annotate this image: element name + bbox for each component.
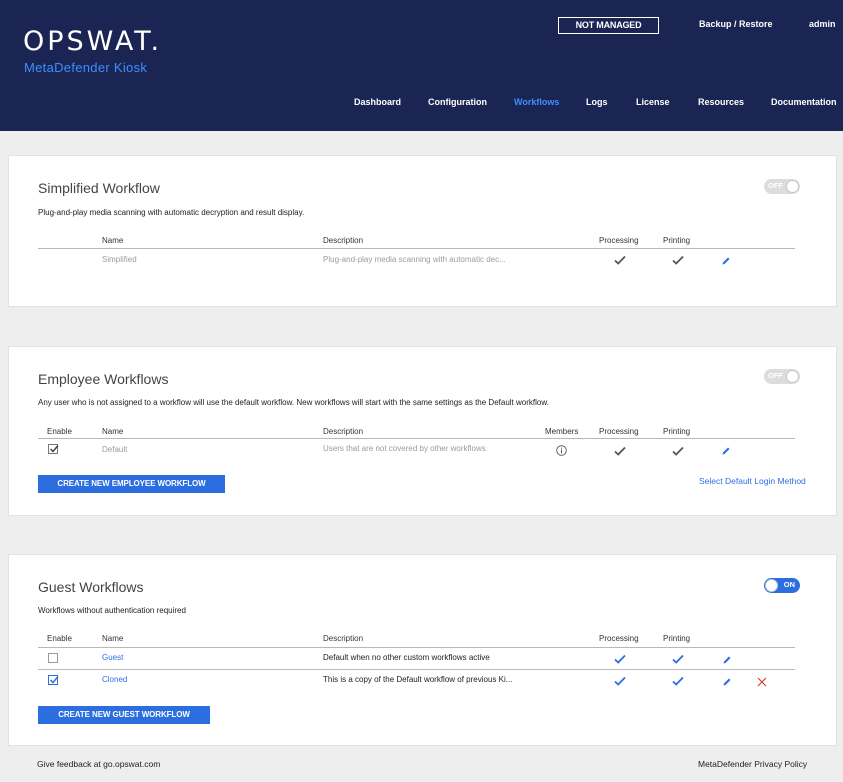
table-divider <box>38 438 795 439</box>
check-icon <box>614 446 626 456</box>
select-default-login-method-link[interactable]: Select Default Login Method <box>699 476 806 486</box>
column-header-processing: Processing <box>599 427 639 436</box>
column-header-printing: Printing <box>663 236 691 245</box>
toggle-knob <box>786 370 799 383</box>
check-icon <box>672 446 684 456</box>
column-header-enable: Enable <box>47 427 72 436</box>
feedback-link[interactable]: Give feedback at go.opswat.com <box>37 759 160 769</box>
nav-documentation[interactable]: Documentation <box>771 97 837 107</box>
workflow-description: Default when no other custom workflows a… <box>323 653 490 662</box>
check-icon <box>672 255 684 265</box>
pencil-icon[interactable] <box>722 674 732 686</box>
nav-configuration[interactable]: Configuration <box>428 97 487 107</box>
management-status-badge: NOT MANAGED <box>558 17 659 34</box>
workflow-description: Plug-and-play media scanning with automa… <box>323 255 506 264</box>
panel-description: Workflows without authentication require… <box>38 606 186 615</box>
nav-logs[interactable]: Logs <box>586 97 608 107</box>
toggle-label: ON <box>783 580 795 589</box>
column-header-description: Description <box>323 634 364 643</box>
column-header-processing: Processing <box>599 236 639 245</box>
column-header-members: Members <box>545 427 579 436</box>
pencil-icon[interactable] <box>722 652 732 664</box>
pencil-icon[interactable] <box>721 443 731 455</box>
panel-title: Simplified Workflow <box>38 180 160 196</box>
app-header: OPSWAT. MetaDefender Kiosk NOT MANAGED B… <box>0 0 843 131</box>
panel-title: Employee Workflows <box>38 371 169 387</box>
guest-workflows-panel: Guest Workflows ON Workflows without aut… <box>8 554 837 746</box>
workflow-description: This is a copy of the Default workflow o… <box>323 675 513 684</box>
panel-description: Any user who is not assigned to a workfl… <box>38 398 549 407</box>
nav-license[interactable]: License <box>636 97 670 107</box>
close-icon[interactable] <box>757 674 767 687</box>
simplified-workflow-panel: Simplified Workflow OFF Plug-and-play me… <box>8 155 837 307</box>
workflow-name: Simplified <box>102 255 137 264</box>
check-icon <box>614 676 626 686</box>
workflow-name-link[interactable]: Cloned <box>102 675 127 684</box>
table-divider <box>38 647 795 648</box>
column-header-printing: Printing <box>663 427 691 436</box>
workflow-name: Default <box>102 445 128 454</box>
column-header-name: Name <box>102 427 124 436</box>
employee-workflows-toggle[interactable]: OFF <box>764 369 800 384</box>
privacy-policy-link[interactable]: MetaDefender Privacy Policy <box>698 759 807 769</box>
panel-description: Plug-and-play media scanning with automa… <box>38 208 305 217</box>
toggle-label: OFF <box>768 371 783 380</box>
column-header-description: Description <box>323 236 364 245</box>
check-icon <box>672 654 684 664</box>
workflow-name-link[interactable]: Guest <box>102 653 123 662</box>
column-header-processing: Processing <box>599 634 639 643</box>
toggle-label: OFF <box>768 181 783 190</box>
guest-workflows-toggle[interactable]: ON <box>764 578 800 593</box>
product-name: MetaDefender Kiosk <box>24 60 148 75</box>
opswat-logo[interactable]: OPSWAT. <box>23 26 162 57</box>
pencil-icon[interactable] <box>721 253 731 265</box>
check-icon <box>672 676 684 686</box>
create-guest-workflow-button[interactable]: CREATE NEW GUEST WORKFLOW <box>38 706 210 724</box>
create-employee-workflow-button[interactable]: CREATE NEW EMPLOYEE WORKFLOW <box>38 475 225 493</box>
table-divider <box>38 248 795 249</box>
info-icon[interactable] <box>556 443 567 456</box>
nav-dashboard[interactable]: Dashboard <box>354 97 401 107</box>
panel-title: Guest Workflows <box>38 579 144 595</box>
employee-workflows-panel: Employee Workflows OFF Any user who is n… <box>8 346 837 516</box>
table-row-divider <box>38 669 795 670</box>
check-icon <box>614 654 626 664</box>
toggle-knob <box>786 180 799 193</box>
column-header-name: Name <box>102 236 124 245</box>
user-menu[interactable]: admin <box>809 19 836 29</box>
backup-restore-link[interactable]: Backup / Restore <box>699 19 773 29</box>
enable-checkbox[interactable] <box>48 675 59 685</box>
toggle-knob <box>765 579 778 592</box>
workflow-description: Users that are not covered by other work… <box>323 444 486 453</box>
column-header-description: Description <box>323 427 364 436</box>
column-header-printing: Printing <box>663 634 691 643</box>
enable-checkbox[interactable] <box>48 444 59 454</box>
enable-checkbox[interactable] <box>48 653 58 663</box>
nav-workflows[interactable]: Workflows <box>514 97 559 107</box>
column-header-enable: Enable <box>47 634 72 643</box>
nav-resources[interactable]: Resources <box>698 97 744 107</box>
simplified-workflow-toggle[interactable]: OFF <box>764 179 800 194</box>
check-icon <box>614 255 626 265</box>
column-header-name: Name <box>102 634 124 643</box>
